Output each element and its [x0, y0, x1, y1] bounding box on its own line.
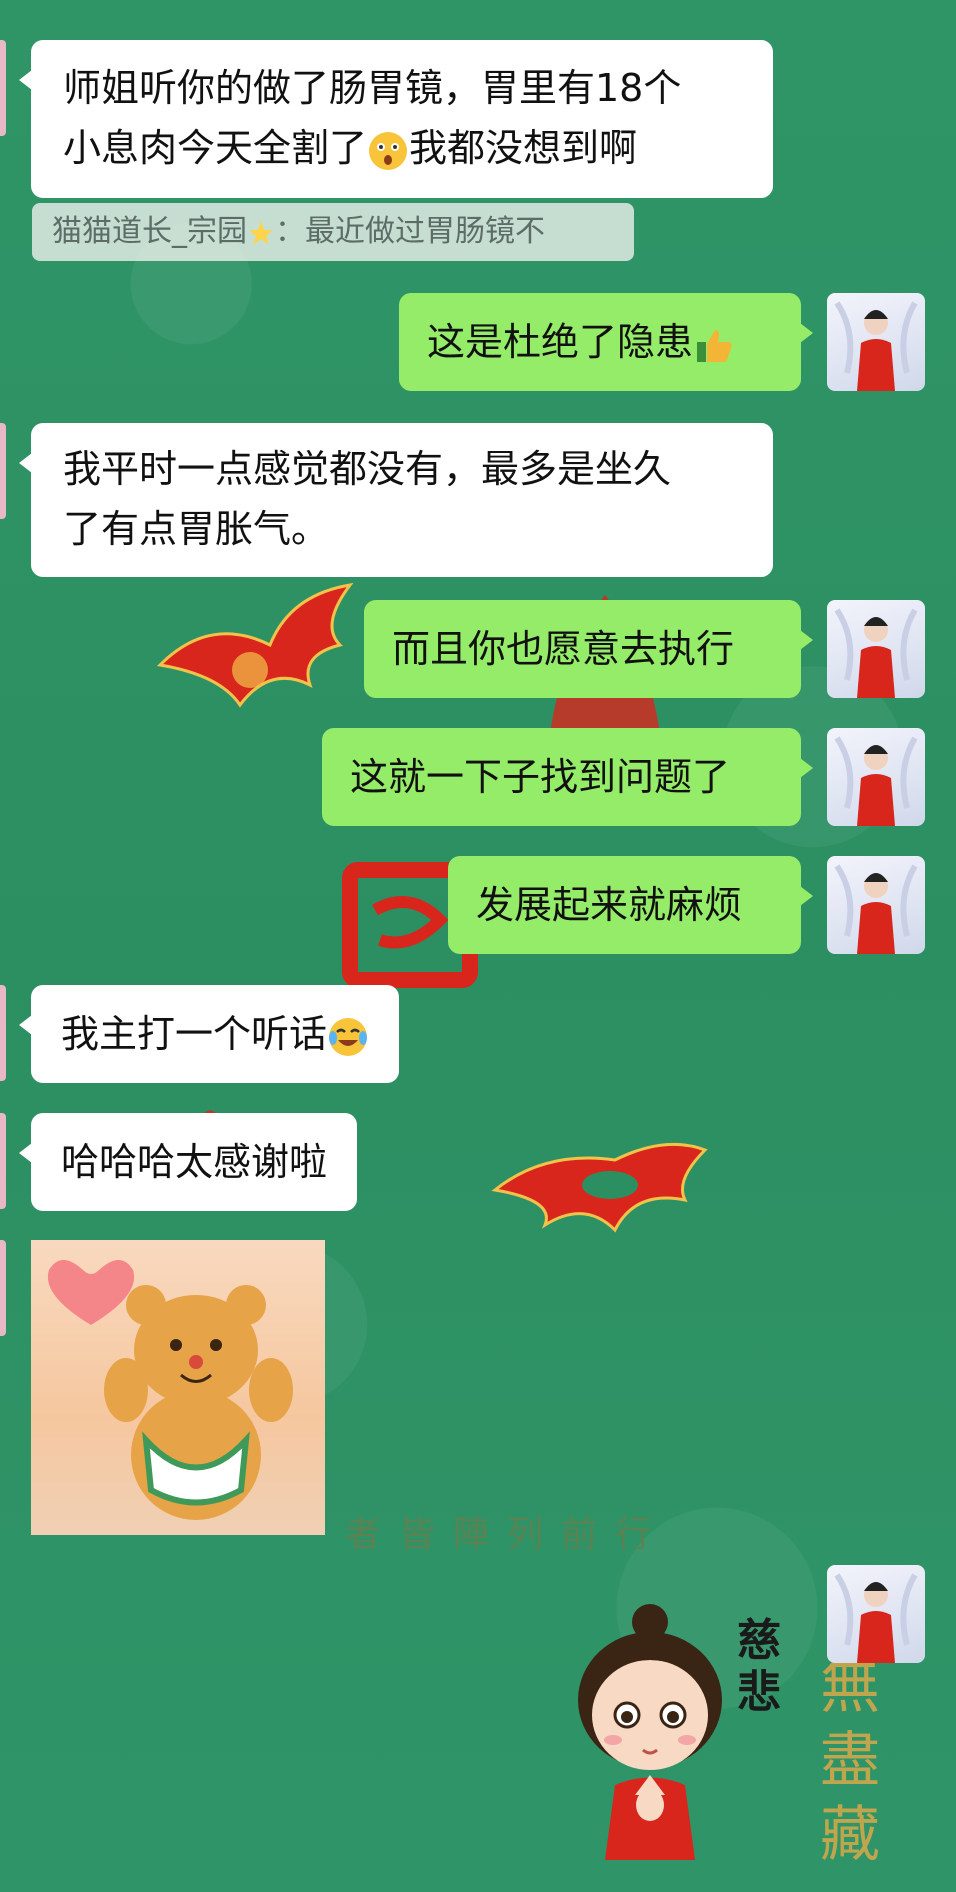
avatar-portrait-icon [834, 736, 918, 826]
quote-separator: ： [275, 214, 305, 249]
thumbs-up-icon [697, 329, 732, 362]
quote-author: 猫猫道长_宗园 [52, 214, 247, 249]
avatar-portrait-icon [834, 608, 918, 698]
my-avatar[interactable] [827, 728, 925, 826]
my-avatar[interactable] [827, 1565, 925, 1663]
message-bubble[interactable]: 我平时一点感觉都没有，最多是坐久 了有点胃胀气。 [31, 423, 773, 577]
message-line-2: 了有点胃胀气。 [63, 507, 330, 551]
outgoing-message[interactable]: 而且你也愿意去执行 [364, 600, 813, 698]
background-side-chars: 無盡藏 [820, 1652, 880, 1870]
message-bubble[interactable]: 师姐听你的做了肠胃镜，胃里有18个 小息肉今天全割了 我都没想到啊 [31, 40, 773, 198]
my-avatar[interactable] [827, 856, 925, 954]
my-avatar[interactable] [827, 293, 925, 391]
avatar-portrait-icon [834, 301, 918, 391]
message-bubble[interactable]: 我主打一个听话 [31, 985, 400, 1083]
teddy-bear-heart-icon [47, 1260, 293, 1520]
incoming-message[interactable]: 哈哈哈太感谢啦 [18, 1113, 358, 1211]
sender-avatar-edge[interactable] [0, 985, 6, 1081]
decor-red-flame-right [491, 1142, 708, 1233]
star-icon [249, 220, 273, 245]
incoming-message[interactable]: 师姐听你的做了肠胃镜，胃里有18个 小息肉今天全割了 我都没想到啊 [19, 40, 773, 198]
avatar-portrait-icon [834, 1573, 918, 1663]
incoming-message[interactable]: 我平时一点感觉都没有，最多是坐久 了有点胃胀气。 [19, 423, 773, 577]
crying-laughing-face-icon [329, 1017, 368, 1056]
message-line: 师姐听你的做了肠胃镜，胃里有18个 [63, 66, 682, 110]
sender-avatar-edge[interactable] [0, 40, 6, 136]
background-motto: 者皆陣列前行 [345, 1514, 670, 1555]
outgoing-message[interactable]: 这就一下子找到问题了 [322, 728, 813, 826]
astonished-face-icon [369, 131, 408, 170]
sender-avatar-edge[interactable] [0, 1113, 6, 1209]
outgoing-message[interactable]: 发展起来就麻烦 [448, 856, 813, 954]
outgoing-message[interactable]: 这是杜绝了隐患 [399, 293, 813, 391]
sender-avatar-edge[interactable] [0, 1240, 6, 1336]
incoming-sticker[interactable] [31, 1240, 325, 1535]
decor-red-flame-left [156, 582, 354, 708]
outgoing-sticker[interactable]: 慈悲 [565, 1600, 805, 1860]
avatar-portrait-icon [834, 864, 918, 954]
incoming-message[interactable]: 我主打一个听话 [18, 985, 400, 1083]
sender-avatar-edge[interactable] [0, 423, 6, 519]
message-bubble[interactable]: 哈哈哈太感谢啦 [31, 1113, 358, 1211]
quoted-reply[interactable]: 猫猫道长_宗园 ：最近做过胃肠镜不 [32, 203, 634, 261]
my-avatar[interactable] [827, 600, 925, 698]
sticker-caption: 慈悲 [737, 1615, 781, 1718]
quote-text: 最近做过胃肠镜不 [305, 214, 545, 249]
message-line: 我平时一点感觉都没有，最多是坐久 [63, 447, 672, 491]
message-line-2: 小息肉今天全割了 我都没想到啊 [63, 126, 638, 170]
